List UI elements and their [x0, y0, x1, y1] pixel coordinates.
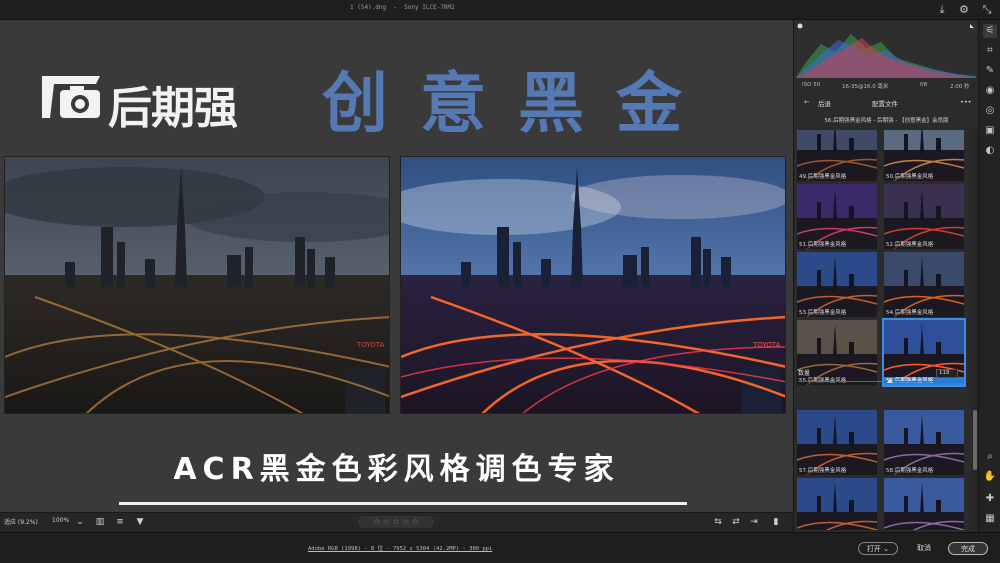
copy-settings-icon[interactable]: ⇥: [748, 516, 760, 528]
exif-aperture: f/8: [920, 82, 928, 88]
svg-text:TOYOTA: TOYOTA: [356, 341, 385, 349]
thumbnail-image: [797, 478, 877, 530]
thumbnail-image: [797, 410, 877, 475]
before-photo: TOYOTA: [4, 156, 390, 414]
profile-thumbnail[interactable]: 60.后期强黑金风格: [884, 478, 964, 530]
headline: 创意黑金: [322, 65, 714, 142]
profile-thumbnail[interactable]: 53.后期强黑金风格: [797, 252, 877, 317]
profile-thumbnail[interactable]: 52.后期强黑金风格: [884, 184, 964, 249]
thumbnail-label: 57.后期强黑金风格: [797, 467, 877, 475]
masking-icon[interactable]: ▣: [983, 124, 997, 138]
thumbnail-image: [884, 410, 964, 475]
save-icon[interactable]: ⤓: [935, 3, 949, 17]
zoom-icon[interactable]: ⌕: [983, 450, 997, 464]
thumbnail-label: 50.后期强黑金风格: [884, 173, 964, 181]
toggle-view-icon[interactable]: ▮: [770, 516, 782, 528]
histogram: [796, 22, 976, 78]
hand-icon[interactable]: ✋: [983, 470, 997, 484]
sort-icon[interactable]: ≡: [114, 516, 126, 528]
back-button[interactable]: 后退: [818, 98, 831, 108]
title-bar: 1 (54).dng - Sony ILCE-7RM2 ⤓ ⚙ ⤡: [0, 0, 1000, 20]
filmstrip-icon[interactable]: ▥: [94, 516, 106, 528]
exif-focal: 16-35@16.0 毫米: [842, 84, 889, 90]
zoom-fit-button[interactable]: 适应 (9.2%): [4, 517, 38, 526]
scrollbar-thumb[interactable]: [973, 410, 977, 470]
chevron-down-icon[interactable]: ⌄: [883, 545, 889, 553]
open-button[interactable]: 打开 ⌄: [858, 542, 898, 555]
brush-icon[interactable]: ✎: [983, 64, 997, 78]
camera-logo-icon: [42, 76, 100, 118]
cancel-button[interactable]: 取消: [908, 542, 940, 555]
thumbnail-image: [884, 478, 964, 530]
collapse-icon[interactable]: ⤡: [980, 3, 994, 17]
profile-thumbnails: 49.后期强黑金风格 50.后期强黑金风格 51.后期强黑金风格 52.后期强黑金风格…: [794, 130, 972, 530]
eye-icon[interactable]: ◎: [983, 104, 997, 118]
tool-strip: ⚟ ⌗ ✎ ◉ ◎ ▣ ◐ ⌕ ✋ ✚ ▦: [978, 20, 1000, 532]
profile-nav: ← 后退 配置文件 •••: [794, 96, 979, 110]
swap-icon[interactable]: ⇄: [730, 516, 742, 528]
preview-canvas: 后期强 创意黑金 TOYOTA TOYOTA ACR黑金色彩风格调色专家: [0, 20, 793, 512]
zoom-percent-dropdown[interactable]: 100%: [52, 517, 69, 524]
before-after-icon[interactable]: ⇆: [712, 516, 724, 528]
thumbnail-image: [797, 184, 877, 249]
profile-thumbnail[interactable]: 54.后期强黑金风格: [884, 252, 964, 317]
crop-icon[interactable]: ⌗: [983, 44, 997, 58]
profile-thumbnail[interactable]: 57.后期强黑金风格: [797, 410, 877, 475]
thumbnail-image: [884, 252, 964, 317]
panel-title: 配置文件: [872, 100, 898, 108]
amount-label: 数量: [798, 370, 811, 377]
exif-iso: ISO 50: [802, 82, 821, 88]
thumbnail-image: [797, 252, 877, 317]
edit-panel: ISO 50 16-35@16.0 毫米 f/8 2.00 秒 ← 后退 配置文…: [793, 20, 978, 532]
more-menu-button[interactable]: •••: [960, 98, 972, 106]
chevron-down-icon[interactable]: ⌄: [74, 516, 86, 528]
amount-value-input[interactable]: 118: [936, 369, 958, 378]
gear-icon[interactable]: ⚙: [957, 3, 971, 17]
amount-slider[interactable]: [798, 381, 962, 382]
bottom-toolbar: 适应 (9.2%) 100% ⌄ ▥ ≡ ▼ ☆ ☆ ☆ ☆ ☆ ⇆ ⇄ ⇥ ▮: [0, 512, 793, 532]
workflow-options-link[interactable]: Adobe RGB (1998) - 8 位 - 7952 x 5304 (42…: [308, 544, 492, 552]
profile-thumbnail[interactable]: 58.后期强黑金风格: [884, 410, 964, 475]
profile-thumbnail[interactable]: 49.后期强黑金风格: [797, 130, 877, 181]
amount-slider-knob[interactable]: [887, 378, 893, 383]
status-bar: Adobe RGB (1998) - 8 位 - 7952 x 5304 (42…: [0, 532, 1000, 563]
logo-text: 后期强: [108, 83, 238, 134]
exif-info: ISO 50 16-35@16.0 毫米 f/8 2.00 秒: [798, 82, 974, 92]
profile-group-header[interactable]: 56.后期强黑金风格 - 后期强 - 【创意黑金】会员版: [794, 116, 979, 128]
thumbnail-label: 52.后期强黑金风格: [884, 241, 964, 249]
thumbnail-label: 53.后期强黑金风格: [797, 309, 877, 317]
slogan-underline: [119, 502, 687, 505]
thumbnail-label: 54.后期强黑金风格: [884, 309, 964, 317]
redeye-icon[interactable]: ◉: [983, 84, 997, 98]
edit-icon[interactable]: ⚟: [983, 24, 997, 38]
done-button[interactable]: 完成: [948, 542, 988, 555]
rating-stars[interactable]: ☆ ☆ ☆ ☆ ☆: [358, 516, 434, 528]
thumbnail-image: [884, 184, 964, 249]
back-arrow-icon[interactable]: ←: [804, 98, 809, 106]
window-title: 1 (54).dng - Sony ILCE-7RM2: [350, 4, 455, 11]
profile-thumbnail[interactable]: 50.后期强黑金风格: [884, 130, 964, 181]
logo: 后期强: [36, 72, 252, 134]
after-photo: TOYOTA: [400, 156, 786, 414]
thumbnail-label: 51.后期强黑金风格: [797, 241, 877, 249]
thumbnail-label: 49.后期强黑金风格: [797, 173, 877, 181]
amount-control: 数量 118: [798, 368, 974, 382]
slogan: ACR黑金色彩风格调色专家: [173, 452, 620, 487]
sampler-icon[interactable]: ✚: [983, 492, 997, 506]
filter-icon[interactable]: ▼: [134, 516, 146, 528]
snapshot-icon[interactable]: ◐: [983, 144, 997, 158]
profile-thumbnail[interactable]: 59.后期强黑金风格: [797, 478, 877, 530]
thumbnail-label: 58.后期强黑金风格: [884, 467, 964, 475]
svg-text:TOYOTA: TOYOTA: [752, 341, 781, 349]
exif-shutter: 2.00 秒: [950, 84, 970, 90]
open-button-label: 打开: [866, 545, 881, 553]
profile-thumbnail[interactable]: 51.后期强黑金风格: [797, 184, 877, 249]
grid-icon[interactable]: ▦: [983, 512, 997, 526]
